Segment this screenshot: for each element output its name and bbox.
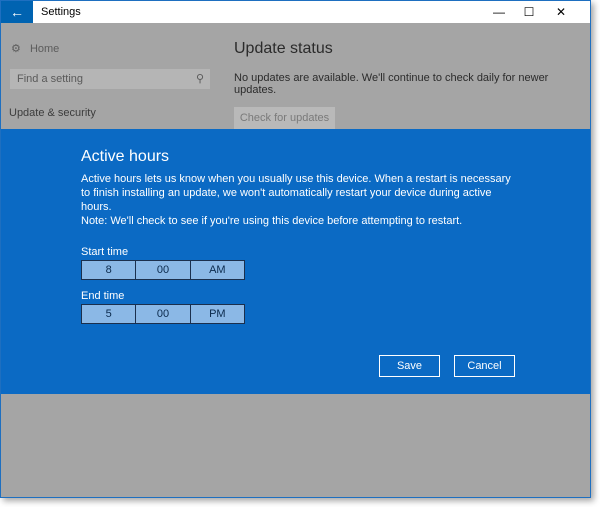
search-icon: ⚲	[195, 73, 204, 85]
dimmed-settings-content: ⚙ Home Find a setting ⚲ Update & securit…	[1, 23, 590, 129]
cancel-button[interactable]: Cancel	[454, 355, 515, 377]
save-button[interactable]: Save	[379, 355, 440, 377]
dialog-description: Active hours lets us know when you usual…	[81, 173, 511, 213]
back-button[interactable]: ←	[1, 1, 33, 23]
start-time-label: Start time	[81, 246, 129, 258]
search-input[interactable]: Find a setting ⚲	[10, 69, 210, 89]
start-hour[interactable]: 8	[82, 261, 135, 279]
settings-window: ← Settings — ☐ ✕ ⚙ Home Find a setting ⚲…	[0, 0, 591, 498]
gear-icon: ⚙	[11, 43, 21, 55]
home-nav-item[interactable]: ⚙ Home	[11, 42, 59, 55]
active-hours-dialog: Active hours Active hours lets us know w…	[1, 129, 590, 394]
end-period[interactable]: PM	[189, 305, 244, 323]
dialog-title: Active hours	[81, 148, 170, 165]
sidebar-category-update-security[interactable]: Update & security	[9, 107, 96, 119]
end-time-label: End time	[81, 290, 125, 302]
page-title: Update status	[234, 40, 333, 57]
start-period[interactable]: AM	[189, 261, 244, 279]
update-status-message: No updates are available. We'll continue…	[234, 72, 549, 96]
start-time-picker[interactable]: 8 00 AM	[81, 260, 245, 280]
title-bar: ← Settings — ☐ ✕	[1, 1, 590, 23]
end-hour[interactable]: 5	[82, 305, 135, 323]
end-minute[interactable]: 00	[135, 305, 189, 323]
start-minute[interactable]: 00	[135, 261, 189, 279]
dimmed-overlay-bottom	[1, 394, 590, 497]
home-label: Home	[29, 43, 60, 55]
check-for-updates-button[interactable]: Check for updates	[234, 107, 335, 129]
close-button[interactable]: ✕	[546, 1, 576, 23]
end-time-picker[interactable]: 5 00 PM	[81, 304, 245, 324]
back-arrow-icon: ←	[10, 4, 24, 20]
maximize-button[interactable]: ☐	[514, 1, 544, 23]
minimize-button[interactable]: —	[484, 1, 514, 23]
window-title: Settings	[41, 6, 81, 18]
search-placeholder: Find a setting	[17, 73, 84, 85]
dialog-note: Note: We'll check to see if you're using…	[81, 215, 463, 227]
